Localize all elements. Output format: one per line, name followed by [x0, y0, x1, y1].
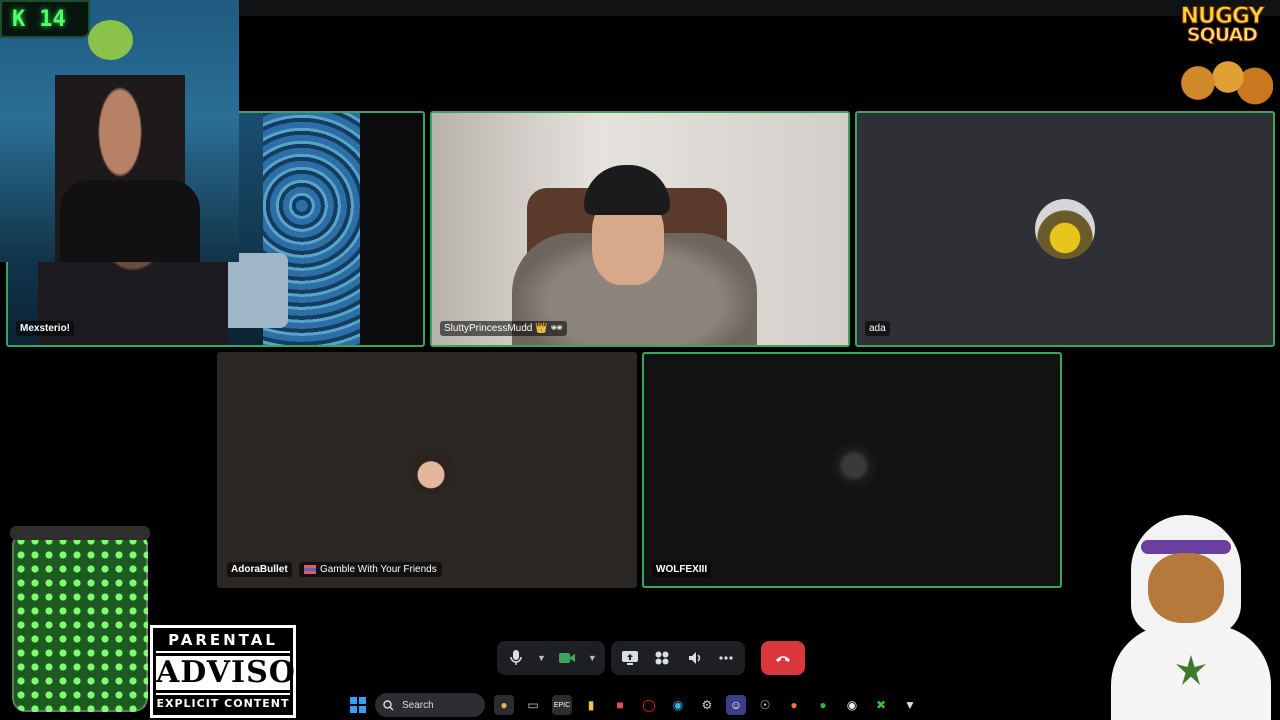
call-controls: ▼ ▼: [497, 641, 805, 675]
soundboard-icon[interactable]: [683, 647, 705, 669]
folder-icon[interactable]: ▮: [581, 695, 601, 715]
camera-options-chevron-icon[interactable]: ▼: [588, 653, 597, 663]
xbox-icon[interactable]: ✖: [871, 695, 891, 715]
app2-icon[interactable]: ◉: [842, 695, 862, 715]
streamer-shirt: [60, 180, 200, 262]
activities-icon[interactable]: [651, 647, 673, 669]
kill-counter: K 14: [0, 0, 90, 38]
taskbar-search[interactable]: Search: [375, 693, 485, 717]
search-icon: [383, 699, 394, 710]
participant-name: Mexsterio!: [16, 321, 75, 336]
windows-taskbar: Search ● ▭ EPIC ▮ ■ ◯ ◉ ⚙ ☺ ☉ ● ● ◉ ✖ ▼: [300, 690, 940, 720]
firefox-icon[interactable]: ●: [784, 695, 804, 715]
jar-lid: [10, 526, 150, 540]
badge-icons: 👑 🕶: [535, 323, 564, 334]
app-icon[interactable]: ■: [610, 695, 630, 715]
avatar: [1035, 199, 1095, 259]
camera-icon[interactable]: [556, 647, 578, 669]
participant-tile-wolfexiii[interactable]: WOLFEXIII: [642, 352, 1062, 588]
participant-name: AdoraBullet: [227, 562, 292, 577]
nugget-mascots-icon: [1173, 50, 1273, 110]
discord-icon[interactable]: ☺: [726, 695, 746, 715]
phone-hangup-icon[interactable]: [760, 641, 805, 675]
nuggy-squad-logo: NUGGY SQUAD: [1165, 2, 1279, 114]
bear-face: [1148, 553, 1224, 623]
participant-name: SluttyPrincessMudd 👑 🕶: [440, 321, 568, 336]
parental-advisory-label: PARENTAL ADVISORY EXPLICIT CONTENT: [150, 625, 342, 718]
windows-start-icon[interactable]: [350, 697, 366, 713]
screen-share-icon[interactable]: [619, 647, 641, 669]
participant-name: ada: [865, 321, 890, 336]
headband: [1141, 540, 1231, 554]
participant-tile-sluttyprincessmudd[interactable]: SluttyPrincessMudd 👑 🕶: [430, 111, 850, 347]
participant-tile-adorabullet[interactable]: AdoraBullet Gamble With Your Friends: [217, 352, 637, 588]
app3-icon[interactable]: ▼: [900, 695, 920, 715]
activity-badge[interactable]: Gamble With Your Friends: [299, 562, 442, 577]
activity-flag-icon: [304, 565, 316, 574]
jar-overlay: [10, 526, 150, 712]
avatar: [830, 444, 878, 492]
background-object: [218, 253, 288, 328]
streamer-webcam: K 14: [0, 0, 239, 262]
cat-widget-icon[interactable]: ●: [494, 695, 514, 715]
more-icon[interactable]: [715, 647, 737, 669]
steam-icon[interactable]: ⚙: [697, 695, 717, 715]
spotify-icon[interactable]: ●: [813, 695, 833, 715]
avatar: [407, 446, 455, 494]
bear-mascot: [1106, 505, 1276, 720]
opera-icon[interactable]: ◯: [639, 695, 659, 715]
microphone-icon[interactable]: [505, 647, 527, 669]
epic-games-icon[interactable]: EPIC: [552, 695, 572, 715]
task-view-icon[interactable]: ▭: [523, 695, 543, 715]
chrome-icon[interactable]: ☉: [755, 695, 775, 715]
edge-icon[interactable]: ◉: [668, 695, 688, 715]
audio-video-group: ▼ ▼: [497, 641, 605, 675]
plush-toy: [88, 20, 133, 60]
mic-options-chevron-icon[interactable]: ▼: [537, 653, 546, 663]
actions-group: [610, 641, 745, 675]
participant-name: WOLFEXIII: [652, 562, 712, 577]
participant-tile-ada[interactable]: ada: [855, 111, 1275, 347]
stream-canvas: Mexsterio! SluttyPrincessMudd 👑 🕶 ada Ad…: [0, 0, 1280, 720]
